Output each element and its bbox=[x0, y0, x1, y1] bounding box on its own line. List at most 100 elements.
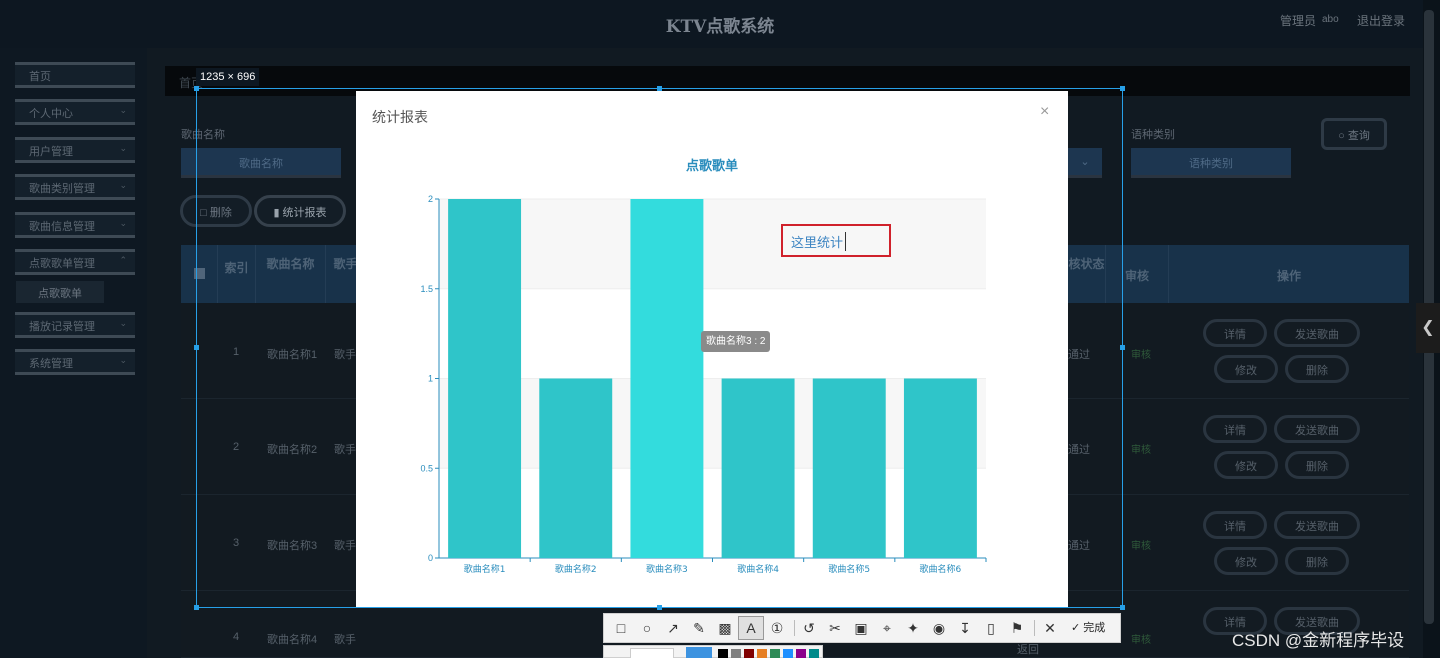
row-delete-button[interactable]: 删除 bbox=[1285, 547, 1349, 575]
sidebar-item-playlist[interactable]: 点歌歌单管理 ⌃ bbox=[15, 249, 135, 275]
edit-button[interactable]: 修改 bbox=[1214, 451, 1278, 479]
color-swatch[interactable] bbox=[744, 649, 754, 658]
arrow-icon[interactable]: ↗ bbox=[660, 614, 686, 642]
app-root: KTV点歌系统 管理员 abo 退出登录 首页 个人中心 ⌄ 用户管理 ⌄ 歌曲类别… bbox=[0, 0, 1440, 658]
rectangle-icon[interactable]: □ bbox=[608, 614, 634, 642]
sidebar-item-label: 用户管理 bbox=[29, 146, 73, 158]
size-input[interactable] bbox=[630, 648, 674, 658]
resize-handle[interactable] bbox=[657, 86, 662, 91]
resize-handle[interactable] bbox=[1120, 345, 1125, 350]
scissors-icon[interactable]: ✂ bbox=[822, 614, 848, 642]
sidebar-item-users[interactable]: 用户管理 ⌄ bbox=[15, 137, 135, 163]
send-song-button[interactable]: 发送歌曲 bbox=[1274, 415, 1360, 443]
color-swatch[interactable] bbox=[731, 649, 741, 658]
language-label: 语种类别 bbox=[1131, 129, 1175, 141]
chevron-down-icon: ⌄ bbox=[119, 180, 127, 190]
sidebar-item-label: 歌曲信息管理 bbox=[29, 221, 95, 233]
resize-handle[interactable] bbox=[657, 605, 662, 610]
color-swatch[interactable] bbox=[757, 649, 767, 658]
color-swatch[interactable] bbox=[770, 649, 780, 658]
selected-color[interactable] bbox=[686, 647, 712, 658]
resize-handle[interactable] bbox=[1120, 86, 1125, 91]
sidebar-item-label: 歌曲类别管理 bbox=[29, 183, 95, 195]
sidebar-item-label: 系统管理 bbox=[29, 358, 73, 370]
sidebar-item-song-info[interactable]: 歌曲信息管理 ⌄ bbox=[15, 212, 135, 238]
admin-label: 管理员 bbox=[1280, 14, 1317, 28]
send-song-button[interactable]: 发送歌曲 bbox=[1274, 319, 1360, 347]
sidebar-item-label: 个人中心 bbox=[29, 108, 73, 120]
ocr-icon[interactable]: ⌖ bbox=[874, 614, 900, 642]
query-button[interactable]: ○ 查询 bbox=[1321, 118, 1387, 150]
detail-button[interactable]: 详情 bbox=[1203, 415, 1267, 443]
color-swatch[interactable] bbox=[718, 649, 728, 658]
screenshot-selection[interactable] bbox=[196, 88, 1123, 608]
sidebar-item-label: 播放记录管理 bbox=[29, 321, 95, 333]
search-icon: ○ bbox=[1338, 130, 1348, 142]
row-singer: 歌手 bbox=[334, 634, 356, 646]
record-icon[interactable]: ◉ bbox=[926, 614, 952, 642]
color-swatch[interactable] bbox=[796, 649, 806, 658]
sidebar-item-play-records[interactable]: 播放记录管理 ⌄ bbox=[15, 312, 135, 338]
col-actions: 操作 bbox=[1276, 269, 1301, 283]
watermark: CSDN @金新程序毕设 bbox=[1232, 631, 1405, 650]
logout-link[interactable]: 退出登录 bbox=[1357, 12, 1405, 29]
cancel-icon[interactable]: ✕ bbox=[1037, 614, 1063, 642]
chevron-down-icon: ⌄ bbox=[119, 355, 127, 365]
detail-button[interactable]: 详情 bbox=[1203, 511, 1267, 539]
send-song-button[interactable]: 发送歌曲 bbox=[1274, 511, 1360, 539]
selection-size-label: 1235 × 696 bbox=[196, 68, 260, 86]
separator bbox=[794, 620, 795, 636]
screenshot-toolbar: □ ○ ↗ ✎ ▩ A ① ↺ ✂ ▣ ⌖ ✦ ◉ ↧ ▯ ⚑ ✕ ✓ 完成 bbox=[603, 613, 1121, 643]
sidebar-item-home[interactable]: 首页 bbox=[15, 62, 135, 88]
resize-handle[interactable] bbox=[194, 86, 199, 91]
sidebar-item-song-categories[interactable]: 歌曲类别管理 ⌄ bbox=[15, 174, 135, 200]
color-palette bbox=[603, 645, 823, 658]
pin-icon[interactable]: ✦ bbox=[900, 614, 926, 642]
row-index: 4 bbox=[233, 631, 240, 643]
detail-button[interactable]: 详情 bbox=[1203, 319, 1267, 347]
resize-handle[interactable] bbox=[194, 605, 199, 610]
pencil-icon[interactable]: ✎ bbox=[686, 614, 712, 642]
top-header: KTV点歌系统 管理员 abo 退出登录 bbox=[0, 0, 1440, 48]
chevron-up-icon: ⌃ bbox=[119, 255, 127, 265]
sidebar-item-label: 点歌歌单管理 bbox=[29, 258, 95, 270]
app-title: KTV点歌系统 bbox=[665, 17, 775, 37]
mosaic-icon[interactable]: ▩ bbox=[712, 614, 738, 642]
text-icon[interactable]: A bbox=[738, 616, 764, 640]
download-icon[interactable]: ↧ bbox=[952, 614, 978, 642]
color-swatch[interactable] bbox=[809, 649, 819, 658]
translate-icon[interactable]: ▣ bbox=[848, 614, 874, 642]
resize-handle[interactable] bbox=[194, 345, 199, 350]
edit-button[interactable]: 修改 bbox=[1214, 355, 1278, 383]
row-delete-button[interactable]: 删除 bbox=[1285, 451, 1349, 479]
sidebar-subitem-playlist[interactable]: 点歌歌单 bbox=[16, 281, 104, 303]
resize-handle[interactable] bbox=[1120, 605, 1125, 610]
done-button[interactable]: ✓ 完成 bbox=[1071, 614, 1105, 642]
chevron-down-icon: ⌄ bbox=[119, 105, 127, 115]
chevron-down-icon: ⌄ bbox=[119, 318, 127, 328]
chevron-down-icon: ⌄ bbox=[119, 218, 127, 228]
circle-icon[interactable]: ○ bbox=[634, 614, 660, 642]
chevron-left-icon[interactable]: ❮ bbox=[1416, 303, 1440, 353]
separator bbox=[1034, 620, 1035, 636]
username: abo bbox=[1322, 14, 1339, 25]
color-swatch[interactable] bbox=[783, 649, 793, 658]
query-button-label: 查询 bbox=[1347, 130, 1370, 142]
language-input[interactable]: 语种类别 bbox=[1131, 148, 1291, 178]
number-icon[interactable]: ① bbox=[764, 614, 790, 642]
row-status: 返回 bbox=[1017, 644, 1039, 656]
sidebar-item-profile[interactable]: 个人中心 ⌄ bbox=[15, 99, 135, 125]
sidebar-item-label: 首页 bbox=[29, 71, 51, 83]
edit-button[interactable]: 修改 bbox=[1214, 547, 1278, 575]
done-label: 完成 bbox=[1083, 622, 1106, 634]
row-review-link[interactable]: 审核 bbox=[1131, 537, 1151, 552]
bookmark-icon[interactable]: ⚑ bbox=[1004, 614, 1030, 642]
row-song: 歌曲名称4 bbox=[267, 634, 318, 646]
sidebar-item-system[interactable]: 系统管理 ⌄ bbox=[15, 349, 135, 375]
phone-icon[interactable]: ▯ bbox=[978, 614, 1004, 642]
row-review-link[interactable]: 审核 bbox=[1131, 631, 1151, 646]
row-review-link[interactable]: 审核 bbox=[1131, 346, 1151, 361]
row-delete-button[interactable]: 删除 bbox=[1285, 355, 1349, 383]
row-review-link[interactable]: 审核 bbox=[1131, 441, 1151, 456]
undo-icon[interactable]: ↺ bbox=[796, 614, 822, 642]
